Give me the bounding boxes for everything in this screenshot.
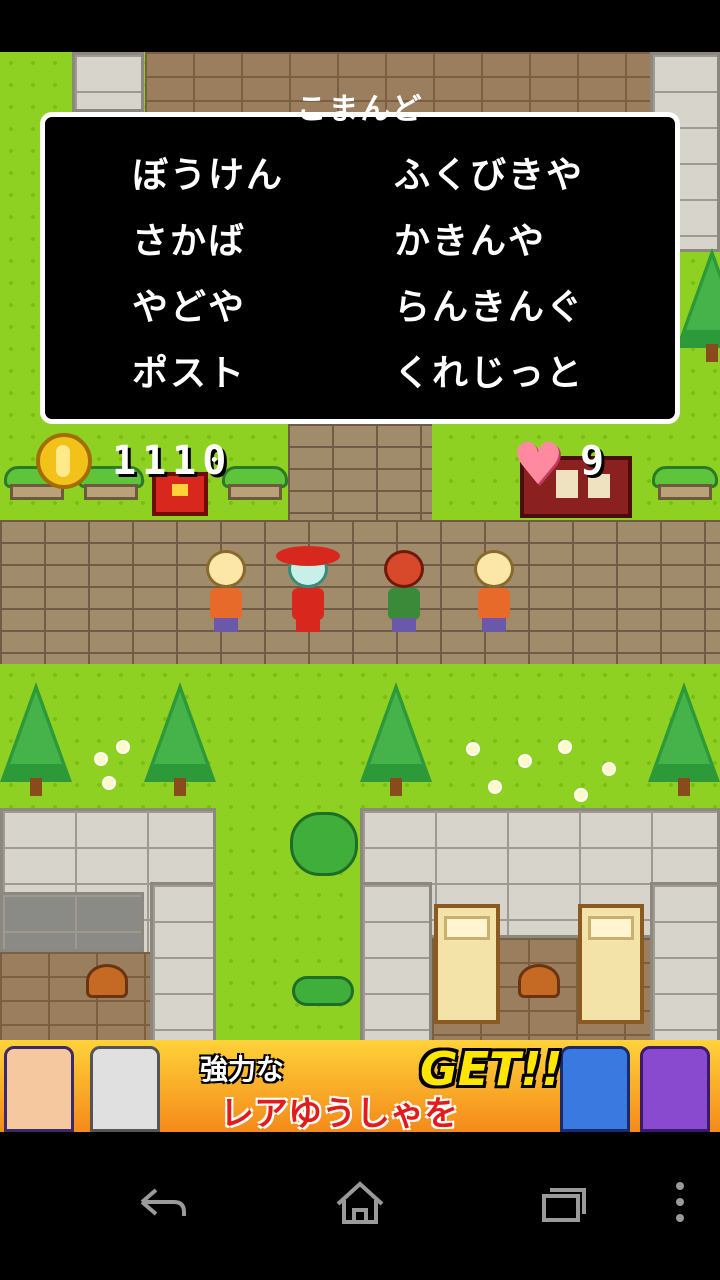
flower [118,742,128,752]
hero-character[interactable] [464,546,524,636]
gold-coin-icon [36,433,92,489]
banner-mage-portrait [640,1046,710,1132]
home-icon [336,1181,384,1224]
cmd-inn[interactable]: やどや [132,278,246,330]
pine-tree [360,682,432,802]
pine-tree [0,682,72,802]
recents-button[interactable] [522,1172,602,1232]
warrior-character[interactable] [374,546,434,636]
flower [560,742,570,752]
cmd-post[interactable]: ポスト [132,344,246,396]
brick-road [0,520,720,664]
flower [576,790,586,800]
home-button[interactable] [320,1172,400,1232]
flower-planter [652,466,718,502]
pine-tree [144,682,216,802]
flower [96,754,106,764]
flower [604,764,614,774]
banner-hero-portrait [4,1046,74,1132]
back-icon [140,1188,186,1216]
stone-wall [72,52,144,112]
wooden-stool [86,964,128,998]
status-bar [0,0,720,52]
hero-character[interactable] [196,546,256,636]
cmd-ranking[interactable]: らんきんぐ [394,278,584,330]
flower [468,744,478,754]
mage-character[interactable] [276,546,340,636]
inn-bed [434,904,500,1024]
cmd-lottery-shop[interactable]: ふくびきや [394,146,584,198]
overflow-menu-icon [676,1182,684,1222]
back-button[interactable] [122,1172,202,1232]
building-wall-shadow [0,892,144,952]
banner-knight-portrait [90,1046,160,1132]
android-nav-bar [0,1132,720,1280]
heart-count: 9 [580,438,605,484]
inn-bed [578,904,644,1024]
banner-get-badge: GET!! [420,1042,563,1096]
round-bush [290,812,358,876]
brick-path [288,424,432,524]
flower [490,782,500,792]
pine-tree [676,248,720,368]
cmd-tavern[interactable]: さかば [132,212,246,264]
cmd-credits[interactable]: くれじっと [394,344,584,396]
ad-banner[interactable]: 強力な レアゆうしゃを GET!! [0,1040,720,1132]
flower [520,756,530,766]
flower [104,778,114,788]
cmd-adventure[interactable]: ぼうけん [132,146,284,198]
command-window-title: こまんど [296,92,424,127]
recents-icon [542,1188,586,1222]
wooden-stool [518,964,560,998]
banner-wizard-portrait [560,1046,630,1132]
heart-icon: ♥ [512,430,564,498]
menu-button[interactable] [640,1172,700,1232]
cmd-premium-shop[interactable]: かきんや [394,212,546,264]
coin-count: 1110 [112,438,233,484]
pine-tree [648,682,720,802]
small-bush [292,976,354,1006]
banner-text-line1: 強力な [200,1053,285,1086]
